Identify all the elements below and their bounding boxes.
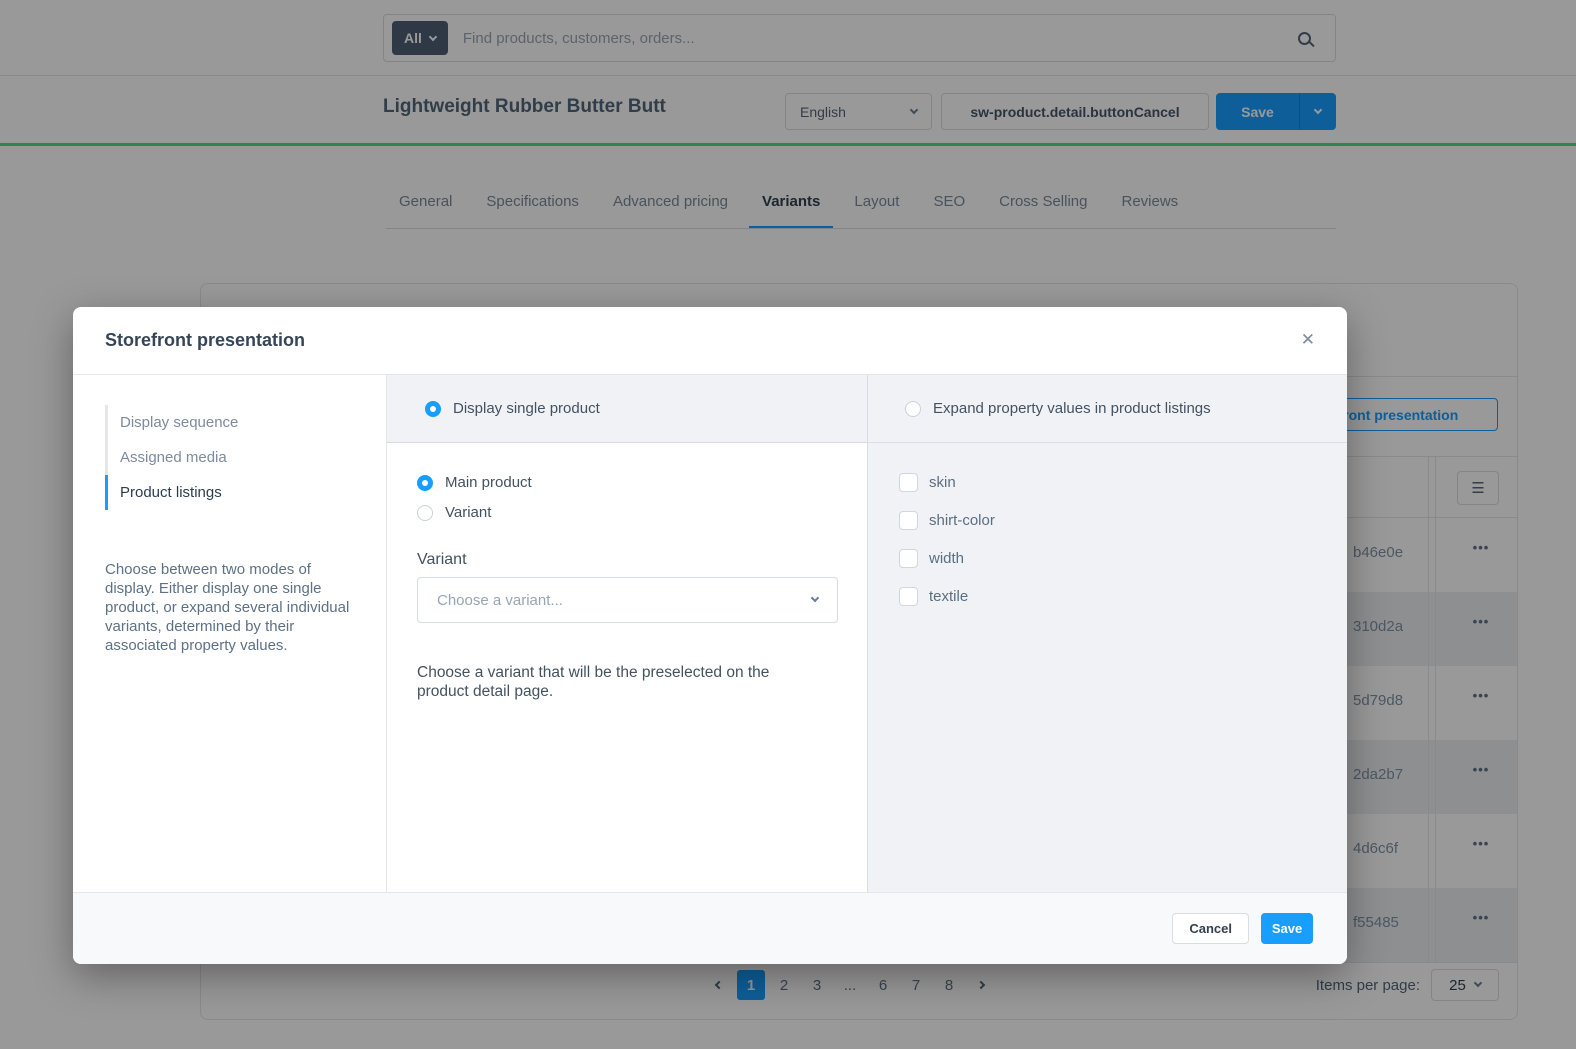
modal-title: Storefront presentation — [105, 330, 305, 351]
modal-footer: Cancel Save — [73, 892, 1347, 964]
close-icon[interactable]: ✕ — [1301, 330, 1315, 350]
sidebar-item-assigned-media[interactable]: Assigned media — [105, 440, 386, 475]
radio-selected-icon — [425, 401, 441, 417]
modal-nav: Display sequence Assigned media Product … — [105, 405, 386, 510]
sidebar-item-product-listings[interactable]: Product listings — [105, 475, 386, 510]
main-product-radio[interactable]: Main product — [417, 474, 837, 491]
mode-description: Choose between two modes of display. Eit… — [105, 560, 358, 655]
cancel-button[interactable]: Cancel — [1172, 913, 1249, 944]
radio-unselected-icon — [417, 505, 433, 521]
single-product-options: Main product Variant Variant Choose a va… — [387, 443, 867, 701]
variant-select[interactable]: Choose a variant... — [417, 577, 838, 623]
modal-body: Display sequence Assigned media Product … — [73, 375, 1347, 892]
property-label: width — [929, 550, 964, 567]
checkbox-unchecked-icon — [899, 511, 918, 530]
property-checkbox-skin[interactable]: skin — [899, 473, 1347, 492]
property-checkbox-shirt-color[interactable]: shirt-color — [899, 511, 1347, 530]
target-radio-group: Main product Variant — [417, 474, 837, 521]
single-product-column: Display single product Main product Vari… — [387, 375, 868, 892]
display-single-product-radio[interactable]: Display single product — [425, 400, 600, 417]
property-label: textile — [929, 588, 968, 605]
storefront-presentation-modal: Storefront presentation ✕ Display sequen… — [73, 307, 1347, 964]
variant-help-text: Choose a variant that will be the presel… — [417, 663, 819, 701]
save-button[interactable]: Save — [1261, 913, 1313, 944]
property-checkbox-textile[interactable]: textile — [899, 587, 1347, 606]
variant-radio[interactable]: Variant — [417, 504, 837, 521]
mode-expand-band: Expand property values in product listin… — [868, 375, 1347, 443]
modal-header: Storefront presentation ✕ — [73, 307, 1347, 375]
radio-selected-icon — [417, 475, 433, 491]
modal-sidebar: Display sequence Assigned media Product … — [73, 375, 387, 892]
radio-label: Display single product — [453, 400, 600, 417]
radio-unselected-icon — [905, 401, 921, 417]
radio-label: Variant — [445, 504, 491, 521]
radio-label: Expand property values in product listin… — [933, 400, 1211, 417]
variant-field-label: Variant — [417, 551, 837, 569]
property-label: skin — [929, 474, 956, 491]
checkbox-unchecked-icon — [899, 587, 918, 606]
chevron-down-icon — [811, 594, 819, 602]
variant-select-placeholder: Choose a variant... — [437, 592, 563, 609]
mode-single-band: Display single product — [387, 375, 867, 443]
screen: All Find products, customers, orders... … — [0, 0, 1576, 1049]
checkbox-unchecked-icon — [899, 473, 918, 492]
expand-property-values-radio[interactable]: Expand property values in product listin… — [905, 400, 1211, 417]
radio-label: Main product — [445, 474, 532, 491]
sidebar-item-display-sequence[interactable]: Display sequence — [105, 405, 386, 440]
expand-properties-column: Expand property values in product listin… — [868, 375, 1347, 892]
property-checkbox-width[interactable]: width — [899, 549, 1347, 568]
checkbox-unchecked-icon — [899, 549, 918, 568]
property-label: shirt-color — [929, 512, 995, 529]
property-list: skin shirt-color width textile — [868, 443, 1347, 606]
